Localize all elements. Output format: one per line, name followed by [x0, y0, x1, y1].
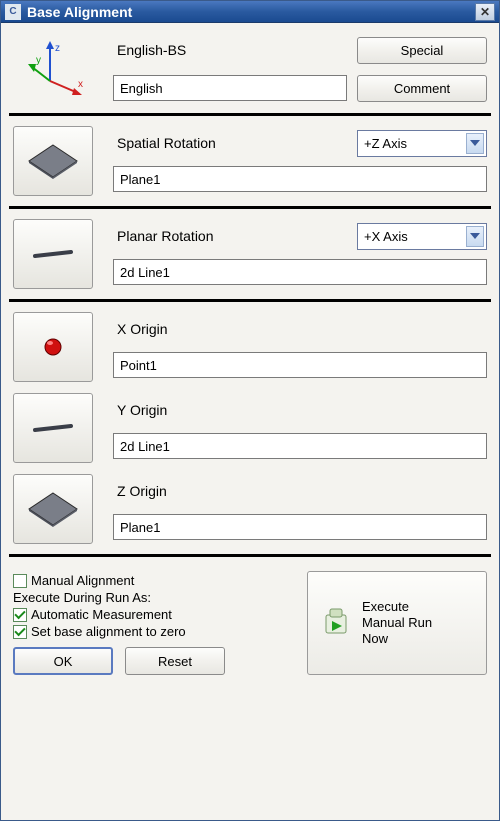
execute-manual-run-button[interactable]: Execute Manual Run Now: [307, 571, 487, 675]
svg-text:z: z: [55, 43, 60, 54]
svg-text:x: x: [78, 79, 83, 90]
manual-alignment-checkbox[interactable]: [13, 574, 27, 588]
exec-line3: Now: [362, 631, 432, 647]
axes-icon: z y x: [13, 39, 103, 99]
planar-rotation-section: Planar Rotation +X Axis 2d Line1: [11, 217, 489, 291]
y-origin-input[interactable]: 2d Line1: [113, 433, 487, 459]
subtitle-label: English-BS: [113, 42, 347, 58]
reset-button[interactable]: Reset: [125, 647, 225, 675]
auto-measurement-label: Automatic Measurement: [31, 607, 172, 622]
comment-button[interactable]: Comment: [357, 75, 487, 102]
exec-line1: Execute: [362, 599, 432, 615]
planar-axis-select[interactable]: +X Axis: [357, 223, 487, 250]
footer-options: Manual Alignment Execute During Run As: …: [13, 571, 297, 675]
plane-icon[interactable]: [13, 474, 93, 544]
close-button[interactable]: ✕: [475, 3, 495, 21]
special-button[interactable]: Special: [357, 37, 487, 64]
line-icon[interactable]: [13, 219, 93, 289]
divider: [9, 113, 491, 116]
planar-value-input[interactable]: 2d Line1: [113, 259, 487, 285]
x-origin-label: X Origin: [113, 321, 487, 337]
y-origin-label: Y Origin: [113, 402, 487, 418]
dialog-body: z y x English-BS Special English Comment: [1, 23, 499, 820]
divider: [9, 554, 491, 557]
svg-text:y: y: [36, 55, 41, 66]
spatial-axis-select[interactable]: +Z Axis: [357, 130, 487, 157]
exec-line2: Manual Run: [362, 615, 432, 631]
divider: [9, 299, 491, 302]
run-icon: [318, 605, 354, 641]
execute-during-label: Execute During Run As:: [13, 590, 297, 605]
set-zero-checkbox[interactable]: [13, 625, 27, 639]
auto-measurement-row[interactable]: Automatic Measurement: [13, 607, 297, 622]
z-origin-section: Z Origin Plane1: [11, 472, 489, 546]
divider: [9, 206, 491, 209]
z-origin-label: Z Origin: [113, 483, 487, 499]
footer-buttons: OK Reset: [13, 647, 297, 675]
line-icon[interactable]: [13, 393, 93, 463]
chevron-down-icon: [466, 133, 484, 154]
planar-rotation-label: Planar Rotation: [113, 228, 347, 244]
z-origin-input[interactable]: Plane1: [113, 514, 487, 540]
manual-alignment-label: Manual Alignment: [31, 573, 134, 588]
point-icon[interactable]: [13, 312, 93, 382]
footer: Manual Alignment Execute During Run As: …: [11, 565, 489, 677]
auto-measurement-checkbox[interactable]: [13, 608, 27, 622]
chevron-down-icon: [466, 226, 484, 247]
header-section: z y x English-BS Special English Comment: [11, 31, 489, 105]
set-zero-row[interactable]: Set base alignment to zero: [13, 624, 297, 639]
name-input[interactable]: English: [113, 75, 347, 101]
spatial-value-input[interactable]: Plane1: [113, 166, 487, 192]
window-title: Base Alignment: [27, 4, 132, 20]
ok-button[interactable]: OK: [13, 647, 113, 675]
x-origin-input[interactable]: Point1: [113, 352, 487, 378]
titlebar: C Base Alignment ✕: [1, 1, 499, 23]
spatial-rotation-label: Spatial Rotation: [113, 135, 347, 151]
plane-icon[interactable]: [13, 126, 93, 196]
app-icon: C: [5, 4, 21, 20]
x-origin-section: X Origin Point1: [11, 310, 489, 384]
y-origin-section: Y Origin 2d Line1: [11, 391, 489, 465]
window: C Base Alignment ✕ z y x English-BS: [0, 0, 500, 821]
spatial-rotation-section: Spatial Rotation +Z Axis Plane1: [11, 124, 489, 198]
manual-alignment-row[interactable]: Manual Alignment: [13, 573, 297, 588]
set-zero-label: Set base alignment to zero: [31, 624, 186, 639]
